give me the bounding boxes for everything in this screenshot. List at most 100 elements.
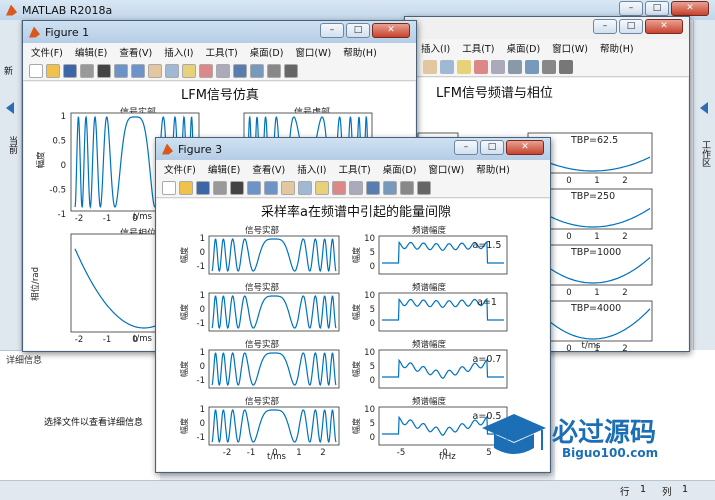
fig2-menu-item-4[interactable]: 工具(T) <box>462 41 494 55</box>
fig3-menu-item-3[interactable]: 插入(I) <box>297 162 326 176</box>
fig3-datacursor-icon[interactable] <box>315 180 329 195</box>
fig2-menu-item-6[interactable]: 窗口(W) <box>552 41 588 55</box>
fig3-menu-item-2[interactable]: 查看(V) <box>252 162 285 176</box>
fig1-zoom-in-icon[interactable] <box>114 63 128 78</box>
fig1-xtick-1: -1 <box>103 214 111 224</box>
fig1-show-plot-icon[interactable] <box>284 63 298 78</box>
fig3-colorbar-icon[interactable] <box>366 180 380 195</box>
fig2-close-button[interactable]: ✕ <box>645 19 683 34</box>
datacursor-icon[interactable] <box>457 59 471 74</box>
fig3-hide-plot-icon[interactable] <box>400 180 414 195</box>
matlab-logo-icon <box>6 4 17 16</box>
fig1-menu-item-2[interactable]: 查看(V) <box>119 45 152 59</box>
fig3-ytick-3-0: 1 <box>200 405 205 415</box>
fig3-link-icon[interactable] <box>349 180 363 195</box>
fig1-brush-icon[interactable] <box>199 63 213 78</box>
figure-3-title-bar[interactable]: Figure 3 – □ ✕ <box>156 138 550 160</box>
fig2-xtick-3-3: 2 <box>622 344 627 351</box>
fig3-menubar: 文件(F) 编辑(E) 查看(V) 插入(I) 工具(T) 桌面(D) 窗口(W) 帮助(H) <box>156 160 550 178</box>
figure-1-title-bar[interactable]: Figure 1 – □ ✕ <box>23 21 416 43</box>
fig3-a-label-1: a=1.5 <box>473 240 502 251</box>
fig1-rotate-icon[interactable] <box>165 63 179 78</box>
fig3-ytick-2-0: 1 <box>200 348 205 358</box>
fig3-ytick-2-1: 0 <box>200 362 205 372</box>
hide-plot-icon[interactable] <box>542 59 556 74</box>
maximize-button[interactable]: □ <box>645 1 669 16</box>
fig1-open-folder-icon[interactable] <box>46 63 60 78</box>
fig3-spec-xtick-0: -5 <box>397 448 405 458</box>
brush-icon[interactable] <box>474 59 488 74</box>
fig1-hide-plot-icon[interactable] <box>267 63 281 78</box>
back-arrow-icon[interactable] <box>6 102 14 114</box>
graduation-cap-icon <box>482 414 546 454</box>
fig1-menu-item-3[interactable]: 插入(I) <box>164 45 193 59</box>
fig1-menu-item-0[interactable]: 文件(F) <box>31 45 63 59</box>
fig2-toolbar <box>405 57 689 77</box>
col-value: 1 <box>682 484 689 495</box>
fig2-maximize-button[interactable]: □ <box>619 19 643 34</box>
fig3-save-icon[interactable] <box>196 180 210 195</box>
fig3-spec-ytick-2-1: 5 <box>370 362 375 372</box>
fig2-minimize-button[interactable]: – <box>593 19 617 34</box>
fig3-pointer-icon[interactable] <box>230 180 244 195</box>
fig3-ytick-2-2: -1 <box>197 376 205 386</box>
fig3-menu-item-1[interactable]: 编辑(E) <box>208 162 240 176</box>
fig3-minimize-button[interactable]: – <box>454 140 478 155</box>
fig1-print-icon[interactable] <box>80 63 94 78</box>
fig3-open-folder-icon[interactable] <box>179 180 193 195</box>
fig3-maximize-button[interactable]: □ <box>480 140 504 155</box>
fig1-save-icon[interactable] <box>63 63 77 78</box>
legend-icon[interactable] <box>525 59 539 74</box>
fig1-menu-item-1[interactable]: 编辑(E) <box>75 45 107 59</box>
fig3-pan-icon[interactable] <box>281 180 295 195</box>
fig1-maximize-button[interactable]: □ <box>346 23 370 38</box>
minimize-button[interactable]: – <box>619 1 643 16</box>
fig3-zoom-in-icon[interactable] <box>247 180 261 195</box>
expand-arrow-icon[interactable] <box>700 102 708 114</box>
fig3-show-plot-icon[interactable] <box>417 180 431 195</box>
fig2-menu-item-3[interactable]: 插入(I) <box>421 41 450 55</box>
detail-panel: 详细信息 选择文件以查看详细信息 <box>0 350 160 480</box>
row-value: 1 <box>640 484 647 495</box>
show-plot-icon[interactable] <box>559 59 573 74</box>
fig2-menu-item-5[interactable]: 桌面(D) <box>506 41 540 55</box>
detail-text: 选择文件以查看详细信息 <box>44 418 144 428</box>
fig1-menu-item-6[interactable]: 窗口(W) <box>295 45 331 59</box>
fig1-legend-icon[interactable] <box>250 63 264 78</box>
fig3-close-button[interactable]: ✕ <box>506 140 544 155</box>
fig1-menu-item-7[interactable]: 帮助(H) <box>343 45 377 59</box>
fig1-link-icon[interactable] <box>216 63 230 78</box>
rotate-icon[interactable] <box>440 59 454 74</box>
close-button[interactable]: ✕ <box>671 1 709 16</box>
fig1-pointer-icon[interactable] <box>97 63 111 78</box>
fig3-menu-item-0[interactable]: 文件(F) <box>164 162 196 176</box>
colorbar-icon[interactable] <box>508 59 522 74</box>
fig1-menu-item-4[interactable]: 工具(T) <box>205 45 237 59</box>
workspace-tab[interactable]: 工作区 <box>699 140 712 167</box>
col-label: 列 <box>662 487 672 498</box>
fig1-new-file-icon[interactable] <box>29 63 43 78</box>
fig3-legend-icon[interactable] <box>383 180 397 195</box>
fig3-print-icon[interactable] <box>213 180 227 195</box>
pan-icon[interactable] <box>423 59 437 74</box>
current-folder-tab[interactable]: 当前 <box>6 136 19 154</box>
fig3-menu-item-6[interactable]: 窗口(W) <box>428 162 464 176</box>
fig2-xtick-0-3: 2 <box>622 176 627 186</box>
fig2-tbp-1: TBP=62.5 <box>570 135 618 146</box>
fig3-zoom-out-icon[interactable] <box>264 180 278 195</box>
fig1-menu-item-5[interactable]: 桌面(D) <box>250 45 284 59</box>
fig3-rotate-icon[interactable] <box>298 180 312 195</box>
fig3-menu-item-7[interactable]: 帮助(H) <box>476 162 510 176</box>
fig2-menu-item-7[interactable]: 帮助(H) <box>600 41 634 55</box>
fig3-menu-item-4[interactable]: 工具(T) <box>338 162 370 176</box>
fig3-brush-icon[interactable] <box>332 180 346 195</box>
fig3-menu-item-5[interactable]: 桌面(D) <box>383 162 417 176</box>
fig1-zoom-out-icon[interactable] <box>131 63 145 78</box>
fig1-datacursor-icon[interactable] <box>182 63 196 78</box>
fig1-minimize-button[interactable]: – <box>320 23 344 38</box>
print-icon[interactable] <box>491 59 505 74</box>
fig1-pan-icon[interactable] <box>148 63 162 78</box>
fig1-close-button[interactable]: ✕ <box>372 23 410 38</box>
fig3-new-file-icon[interactable] <box>162 180 176 195</box>
fig1-colorbar-icon[interactable] <box>233 63 247 78</box>
